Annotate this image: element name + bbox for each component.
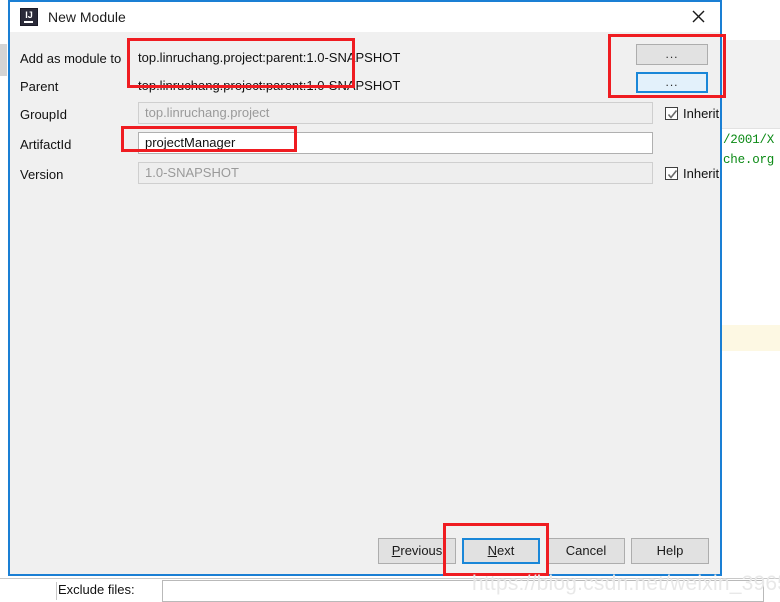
editor-row-strip bbox=[722, 84, 780, 107]
artifactid-label: ArtifactId bbox=[20, 137, 72, 152]
dialog-button-bar: Previous Next Cancel Help bbox=[10, 538, 720, 566]
code-line: che.org bbox=[723, 153, 775, 167]
groupid-inherit-group[interactable]: Inherit bbox=[665, 106, 719, 121]
artifactid-input[interactable]: projectManager bbox=[138, 132, 653, 154]
dialog-form-area: Add as module to top.linruchang.project:… bbox=[10, 32, 720, 574]
editor-row-strip bbox=[722, 62, 780, 85]
next-button-label: ext bbox=[497, 543, 515, 558]
parent-browse-button[interactable]: ... bbox=[636, 72, 708, 93]
bottom-panel-divider bbox=[0, 578, 780, 579]
dialog-title-bar: New Module bbox=[10, 2, 720, 32]
version-inherit-group[interactable]: Inherit bbox=[665, 166, 719, 181]
groupid-inherit-label: Inherit bbox=[683, 106, 720, 121]
cancel-button[interactable]: Cancel bbox=[547, 538, 625, 564]
next-button-mnemonic: N bbox=[487, 543, 498, 558]
editor-highlight-band bbox=[722, 325, 780, 351]
new-module-dialog: New Module Add as module to top.linrucha… bbox=[8, 0, 722, 576]
previous-button[interactable]: Previous bbox=[378, 538, 456, 564]
add-as-module-label: Add as module to bbox=[20, 51, 122, 66]
next-button[interactable]: Next bbox=[462, 538, 540, 564]
groupid-input[interactable]: top.linruchang.project bbox=[138, 102, 653, 124]
form-row-groupid: GroupId top.linruchang.project Inherit bbox=[10, 102, 720, 130]
close-icon[interactable] bbox=[676, 2, 720, 30]
exclude-files-row: Exclude files: bbox=[58, 580, 768, 602]
previous-button-label: revious bbox=[400, 543, 443, 558]
exclude-files-label: Exclude files: bbox=[58, 582, 135, 597]
parent-label: Parent bbox=[20, 79, 59, 94]
form-row-artifactid: ArtifactId projectManager bbox=[10, 132, 720, 160]
help-button[interactable]: Help bbox=[631, 538, 709, 564]
form-row-version: Version 1.0-SNAPSHOT Inherit bbox=[10, 162, 720, 190]
add-as-module-value: top.linruchang.project:parent:1.0-SNAPSH… bbox=[138, 50, 401, 65]
version-label: Version bbox=[20, 167, 64, 182]
groupid-label: GroupId bbox=[20, 107, 67, 122]
groupid-inherit-checkbox[interactable] bbox=[665, 107, 678, 120]
dialog-title: New Module bbox=[48, 9, 126, 25]
version-inherit-checkbox[interactable] bbox=[665, 167, 678, 180]
editor-row-strip bbox=[722, 106, 780, 129]
version-inherit-label: Inherit bbox=[683, 166, 720, 181]
parent-value: top.linruchang.project:parent:1.0-SNAPSH… bbox=[138, 78, 401, 93]
exclude-files-input[interactable] bbox=[162, 580, 764, 602]
form-row-add-as-module: Add as module to top.linruchang.project:… bbox=[10, 46, 720, 74]
form-row-parent: Parent top.linruchang.project:parent:1.0… bbox=[10, 74, 720, 102]
version-input[interactable]: 1.0-SNAPSHOT bbox=[138, 162, 653, 184]
add-as-module-browse-button[interactable]: ... bbox=[636, 44, 708, 65]
intellij-idea-icon bbox=[20, 8, 38, 26]
code-line: /2001/X bbox=[723, 133, 775, 147]
bottom-panel-left-pane bbox=[0, 582, 57, 600]
editor-left-tab-stub[interactable] bbox=[0, 44, 7, 76]
editor-row-strip bbox=[722, 40, 780, 63]
